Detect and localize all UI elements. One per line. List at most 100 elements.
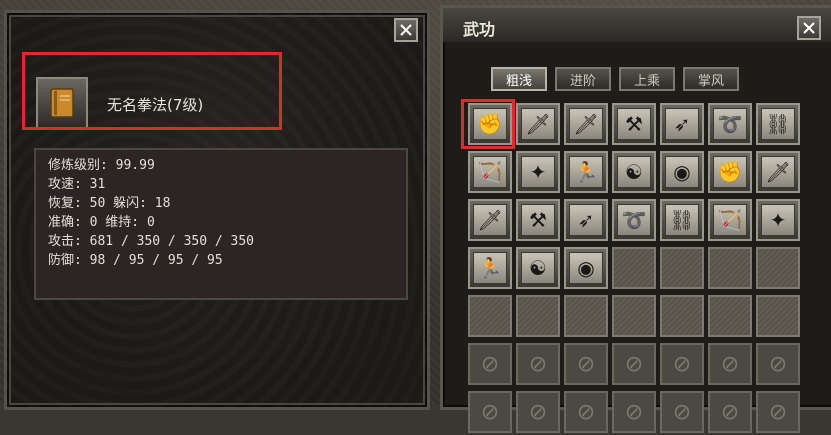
locked-slot-icon: ⊘ bbox=[768, 351, 788, 377]
skill-slot[interactable]: 🏃 bbox=[468, 247, 512, 289]
skill-slot[interactable]: ⊘ bbox=[708, 391, 752, 433]
stat-recovery-dodge: 恢复: 50 躲闪: 18 bbox=[48, 196, 171, 211]
skill-slot[interactable]: ➰ bbox=[708, 103, 752, 145]
skill-slot[interactable]: ✦ bbox=[756, 199, 800, 241]
kick-icon: 🏃 bbox=[473, 252, 507, 284]
locked-slot-icon: ⊘ bbox=[480, 399, 500, 425]
bow-icon: 🏹 bbox=[713, 204, 747, 236]
skill-slot[interactable]: ✊ bbox=[708, 151, 752, 193]
stat-accuracy-sustain: 准确: 0 维持: 0 bbox=[48, 215, 155, 230]
skill-slot[interactable]: ◉ bbox=[564, 247, 608, 289]
skill-slot[interactable]: ➶ bbox=[660, 103, 704, 145]
skill-slot[interactable] bbox=[756, 247, 800, 289]
skill-slot[interactable]: ⚒ bbox=[612, 103, 656, 145]
stat-defense: 防御: 98 / 95 / 95 / 95 bbox=[48, 253, 223, 268]
close-icon bbox=[400, 24, 412, 36]
locked-slot-icon: ⊘ bbox=[672, 351, 692, 377]
close-icon bbox=[803, 22, 815, 34]
skill-slot[interactable]: ⛓ bbox=[756, 103, 800, 145]
spear-icon: ➶ bbox=[569, 204, 603, 236]
locked-slot-icon: ⊘ bbox=[528, 351, 548, 377]
kick-icon: 🏃 bbox=[569, 156, 603, 188]
skill-slot[interactable] bbox=[708, 247, 752, 289]
skill-slot[interactable]: ☯ bbox=[516, 247, 560, 289]
skill-slot[interactable]: ➰ bbox=[612, 199, 656, 241]
shuriken-icon: ✦ bbox=[761, 204, 795, 236]
locked-slot-icon: ⊘ bbox=[528, 399, 548, 425]
locked-slot-icon: ⊘ bbox=[672, 399, 692, 425]
skill-slot[interactable]: ⊘ bbox=[564, 343, 608, 385]
locked-slot-icon: ⊘ bbox=[720, 351, 740, 377]
locked-slot-icon: ⊘ bbox=[720, 399, 740, 425]
sword-icon: 🗡 bbox=[569, 108, 603, 140]
nunchaku-icon: ⛓ bbox=[761, 108, 795, 140]
skill-slot[interactable]: ➶ bbox=[564, 199, 608, 241]
martial-arts-panel: 武功 粗浅 进阶 上乘 掌风 ✊ 🗡 🗡 ⚒ ➶ ➰ ⛓ 🏹 ✦ 🏃 ☯ ◉ ✊ 🗡 🗡 ⚒ ➶ ➰ ⛓ 🏹 ✦ 🏃 ☯ ◉ ⊘… bbox=[440, 5, 831, 433]
axe-icon: ⚒ bbox=[521, 204, 555, 236]
locked-slot-icon: ⊘ bbox=[480, 351, 500, 377]
right-close-button[interactable] bbox=[797, 16, 821, 40]
skill-slot[interactable]: ⊘ bbox=[756, 343, 800, 385]
skill-slot[interactable]: ⛓ bbox=[660, 199, 704, 241]
shuriken-icon: ✦ bbox=[521, 156, 555, 188]
skill-slot[interactable]: ⊘ bbox=[756, 391, 800, 433]
skill-slot[interactable] bbox=[612, 295, 656, 337]
skill-slot[interactable] bbox=[756, 295, 800, 337]
circle-icon: ◉ bbox=[569, 252, 603, 284]
stat-train-level: 修炼级别: 99.99 bbox=[48, 158, 155, 173]
skill-slot[interactable] bbox=[612, 247, 656, 289]
stat-attack-speed: 攻速: 31 bbox=[48, 177, 106, 192]
locked-slot-icon: ⊘ bbox=[576, 399, 596, 425]
skill-slot[interactable]: ◉ bbox=[660, 151, 704, 193]
whip-icon: ➰ bbox=[713, 108, 747, 140]
skill-slot[interactable]: 🏹 bbox=[708, 199, 752, 241]
skill-slot[interactable]: ☯ bbox=[612, 151, 656, 193]
stat-attack: 攻击: 681 / 350 / 350 / 350 bbox=[48, 234, 255, 249]
sword-icon: 🗡 bbox=[521, 108, 555, 140]
skill-slot[interactable]: ⊘ bbox=[612, 391, 656, 433]
locked-slot-icon: ⊘ bbox=[624, 399, 644, 425]
tab-basic[interactable]: 粗浅 bbox=[491, 67, 547, 91]
skill-slot[interactable]: ⚒ bbox=[516, 199, 560, 241]
left-close-button[interactable] bbox=[394, 18, 418, 42]
skill-slot[interactable] bbox=[660, 295, 704, 337]
circle-icon: ◉ bbox=[665, 156, 699, 188]
stats-box: 修炼级别: 99.99 攻速: 31 恢复: 50 躲闪: 18 准确: 0 维… bbox=[34, 148, 408, 300]
tab-bar: 粗浅 进阶 上乘 掌风 bbox=[491, 67, 739, 91]
skill-slot[interactable]: 🗡 bbox=[756, 151, 800, 193]
skill-slot[interactable]: 🗡 bbox=[516, 103, 560, 145]
skill-slot[interactable]: ⊘ bbox=[516, 391, 560, 433]
skill-slot[interactable]: ⊘ bbox=[708, 343, 752, 385]
skill-slot[interactable] bbox=[468, 295, 512, 337]
skill-slot[interactable]: ⊘ bbox=[468, 343, 512, 385]
skill-slot[interactable]: ⊘ bbox=[516, 343, 560, 385]
locked-slot-icon: ⊘ bbox=[624, 351, 644, 377]
skill-grid: ✊ 🗡 🗡 ⚒ ➶ ➰ ⛓ 🏹 ✦ 🏃 ☯ ◉ ✊ 🗡 🗡 ⚒ ➶ ➰ ⛓ 🏹 ✦ 🏃 ☯ ◉ ⊘ ⊘ ⊘ ⊘ ⊘ ⊘ ⊘ ⊘ ⊘ ⊘ ⊘ ⊘ ⊘ ⊘ bbox=[466, 101, 802, 435]
skill-slot[interactable]: ⊘ bbox=[468, 391, 512, 433]
sword-icon: 🗡 bbox=[473, 204, 507, 236]
skill-slot[interactable] bbox=[660, 247, 704, 289]
whip-icon: ➰ bbox=[617, 204, 651, 236]
skill-slot[interactable] bbox=[708, 295, 752, 337]
tab-superior[interactable]: 上乘 bbox=[619, 67, 675, 91]
skill-slot[interactable]: ⊘ bbox=[660, 343, 704, 385]
tab-palm[interactable]: 掌风 bbox=[683, 67, 739, 91]
panel-title: 武功 bbox=[463, 20, 496, 39]
title-bar[interactable]: 武功 bbox=[443, 8, 831, 42]
axe-icon: ⚒ bbox=[617, 108, 651, 140]
meditate-icon: ☯ bbox=[521, 252, 555, 284]
skill-slot[interactable] bbox=[516, 295, 560, 337]
skill-slot[interactable]: ⊘ bbox=[564, 391, 608, 433]
skill-slot[interactable]: 🗡 bbox=[468, 199, 512, 241]
skill-slot[interactable]: 🗡 bbox=[564, 103, 608, 145]
nunchaku-icon: ⛓ bbox=[665, 204, 699, 236]
skill-slot[interactable]: 🏹 bbox=[468, 151, 512, 193]
skill-slot[interactable]: ⊘ bbox=[612, 343, 656, 385]
skill-slot[interactable]: ✦ bbox=[516, 151, 560, 193]
locked-slot-icon: ⊘ bbox=[768, 399, 788, 425]
skill-slot[interactable]: ⊘ bbox=[660, 391, 704, 433]
tab-advanced[interactable]: 进阶 bbox=[555, 67, 611, 91]
bow-icon: 🏹 bbox=[473, 156, 507, 188]
skill-slot[interactable] bbox=[564, 295, 608, 337]
skill-slot[interactable]: 🏃 bbox=[564, 151, 608, 193]
